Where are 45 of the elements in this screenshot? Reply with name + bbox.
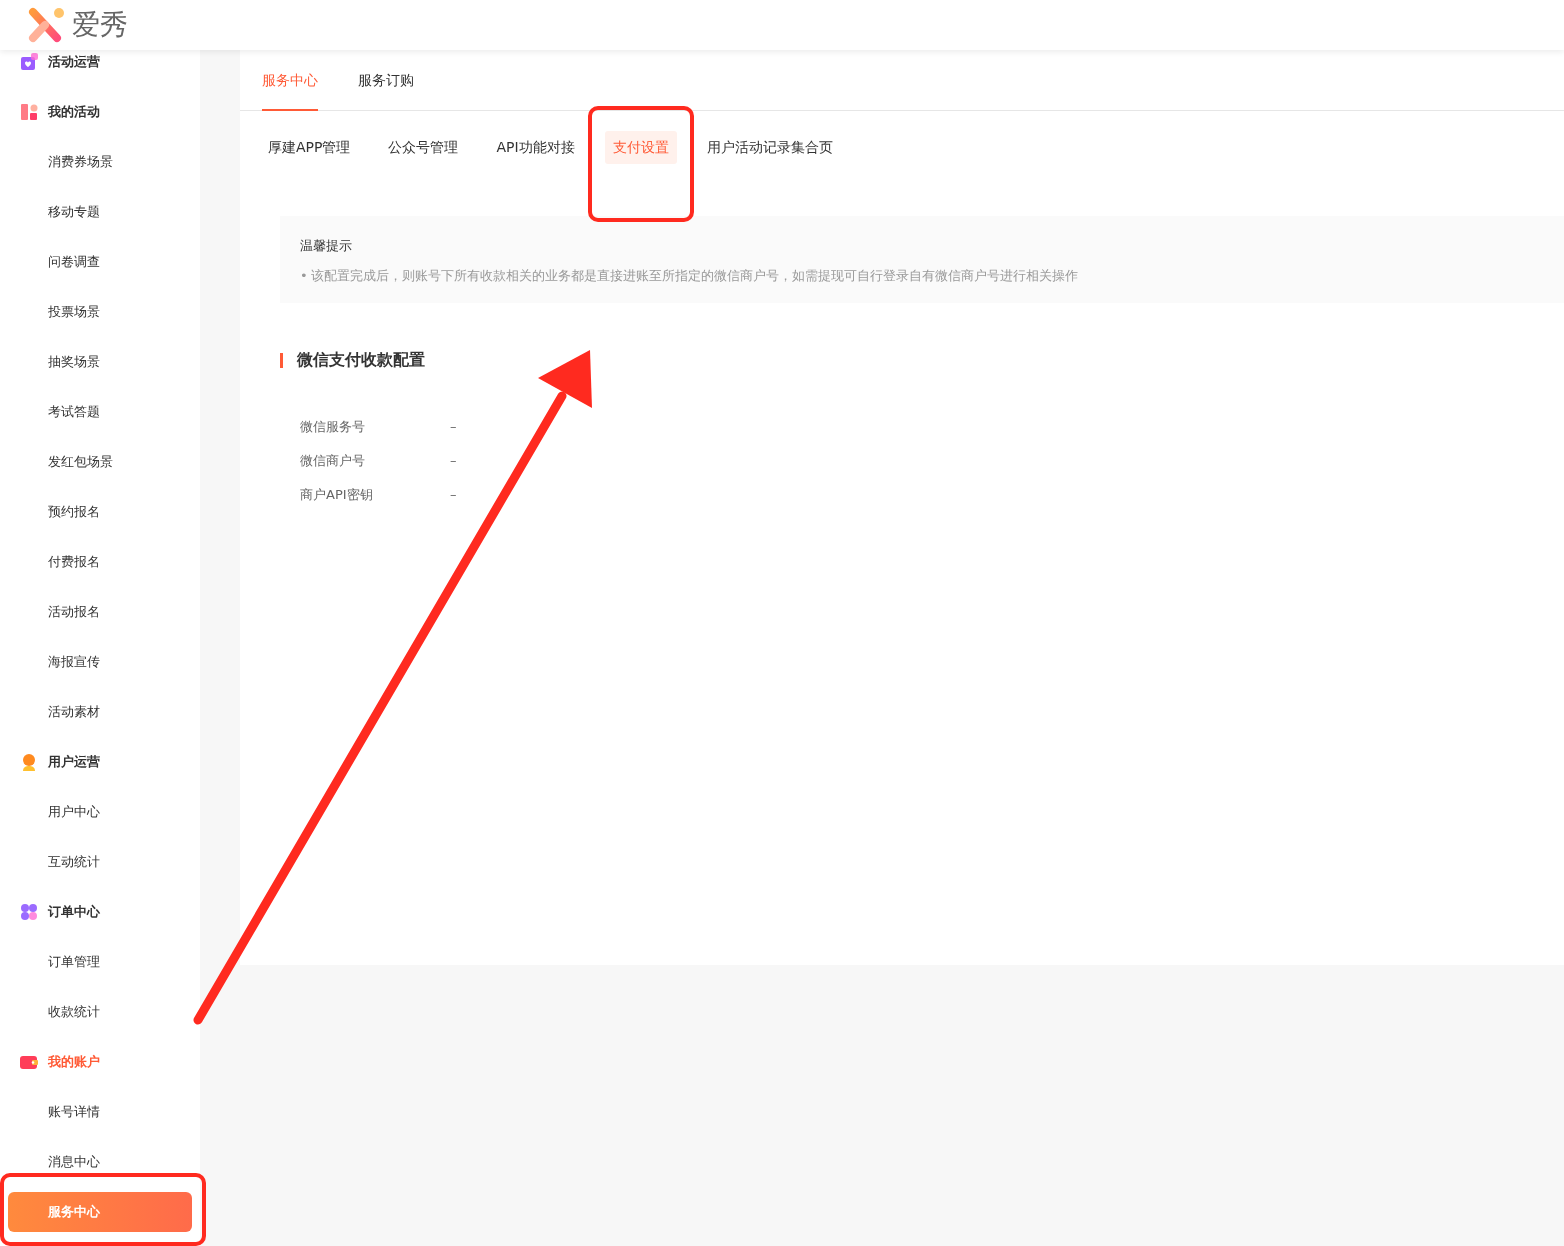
bullet: • xyxy=(300,266,308,285)
sidebar-group[interactable]: 用户运营 xyxy=(48,752,100,772)
sidebar-item[interactable]: 互动统计 xyxy=(48,852,100,872)
section-marker xyxy=(280,352,283,368)
sub-tab[interactable]: 用户活动记录集合页 xyxy=(698,131,841,164)
sidebar-item[interactable]: 移动专题 xyxy=(48,202,100,222)
sidebar-item[interactable]: 订单管理 xyxy=(48,952,100,972)
sub-tab[interactable]: API功能对接 xyxy=(488,131,583,164)
field-label: 微信商户号 xyxy=(300,452,366,471)
notice-title: 温馨提示 xyxy=(300,237,353,255)
sub-tab[interactable]: 厚建APP管理 xyxy=(260,131,359,164)
notice-text: 该配置完成后，则账号下所有收款相关的业务都是直接进账至所指定的微信商户号，如需提现可自行登录自有微信商户号进行相关操作 xyxy=(310,266,1078,285)
sidebar-item[interactable]: 用户中心 xyxy=(48,802,100,822)
sidebar-item[interactable]: 投票场景 xyxy=(48,302,100,322)
calendar-icon xyxy=(20,53,38,71)
logo-text: 爱秀 xyxy=(72,11,128,39)
sidebar-item[interactable]: 发红包场景 xyxy=(48,452,113,472)
field-value: – xyxy=(450,418,457,437)
sidebar-item[interactable]: 消费券场景 xyxy=(48,152,113,172)
sidebar-item[interactable]: 付费报名 xyxy=(48,552,100,572)
sub-tab[interactable]: 公众号管理 xyxy=(380,131,467,164)
sidebar-item[interactable]: 考试答题 xyxy=(48,402,100,422)
field-label: 商户API密钥 xyxy=(300,486,374,505)
field-value: – xyxy=(450,452,457,471)
sidebar-item[interactable]: 活动素材 xyxy=(48,702,100,722)
field-label: 微信服务号 xyxy=(300,418,366,437)
wallet-icon xyxy=(20,1053,38,1071)
sidebar-item[interactable]: 问卷调查 xyxy=(48,252,100,272)
sidebar-item[interactable]: 收款统计 xyxy=(48,1002,100,1022)
four-dots-icon xyxy=(20,903,38,921)
section-title: 微信支付收款配置 xyxy=(297,349,425,371)
sidebar-group[interactable]: 我的活动 xyxy=(48,102,100,122)
tab[interactable]: 服务订购 xyxy=(358,50,414,111)
sidebar-item[interactable]: 活动报名 xyxy=(48,602,100,622)
sidebar-item[interactable]: 海报宣传 xyxy=(48,652,100,672)
sidebar-item[interactable]: 预约报名 xyxy=(48,502,100,522)
sidebar-group[interactable]: 活动运营 xyxy=(48,52,100,72)
blocks-icon xyxy=(20,103,38,121)
sidebar-item[interactable]: 抽奖场景 xyxy=(48,352,100,372)
field-value: – xyxy=(450,486,457,505)
sidebar-item[interactable]: 账号详情 xyxy=(48,1102,100,1122)
sidebar-item[interactable]: 消息中心 xyxy=(48,1152,100,1172)
user-icon xyxy=(20,753,38,771)
logo-icon xyxy=(28,7,66,43)
sidebar-group[interactable]: 订单中心 xyxy=(48,902,100,922)
